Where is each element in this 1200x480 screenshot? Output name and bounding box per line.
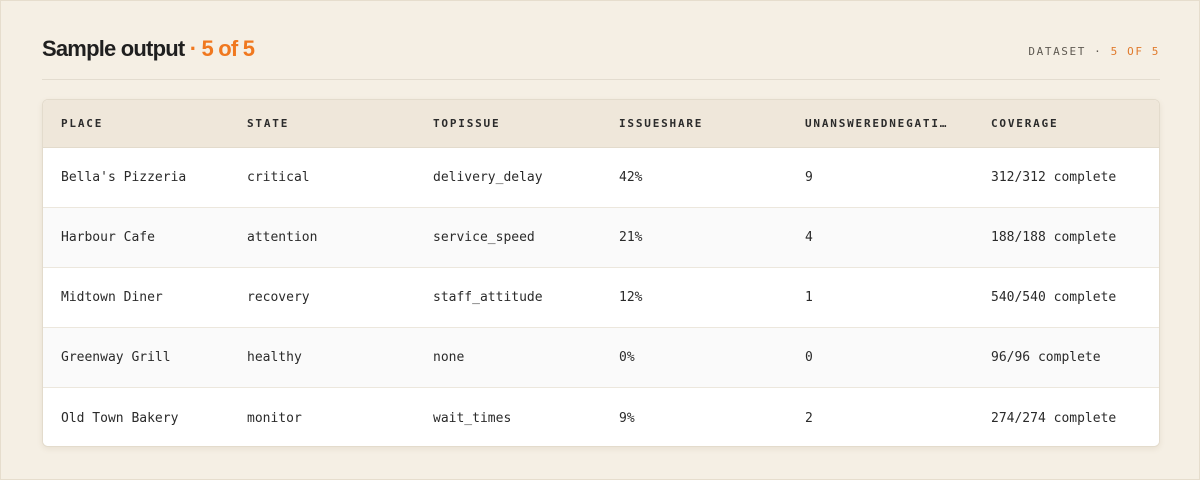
cell-coverage: 312/312 complete	[991, 170, 1117, 185]
cell-unanswered-negative: 4	[805, 230, 813, 245]
cell-state: monitor	[247, 410, 302, 426]
results-table: PLACE STATE TOPISSUE ISSUESHARE UNANSWER…	[42, 99, 1160, 447]
column-header-coverage[interactable]: COVERAGE	[973, 117, 1159, 130]
cell-place: Old Town Bakery	[61, 410, 179, 426]
column-header-topissue[interactable]: TOPISSUE	[415, 117, 601, 130]
cell-topissue: staff_attitude	[433, 290, 543, 305]
table-row[interactable]: Old Town Bakery monitor wait_times 9% 2 …	[43, 388, 1159, 446]
dataset-indicator: DATASET · 5 OF 5	[1028, 45, 1160, 58]
cell-unanswered-negative: 0	[805, 350, 813, 365]
page-title: Sample output · 5 of 5	[42, 35, 255, 63]
cell-state: attention	[247, 230, 318, 245]
column-header-state[interactable]: STATE	[229, 117, 415, 130]
cell-place: Bella's Pizzeria	[61, 170, 187, 185]
cell-unanswered-negative: 1	[805, 290, 813, 305]
cell-place: Harbour Cafe	[61, 230, 155, 245]
cell-place: Greenway Grill	[61, 350, 171, 365]
cell-unanswered-negative: 2	[805, 410, 813, 426]
column-header-issueshare[interactable]: ISSUESHARE	[601, 117, 787, 130]
cell-issueshare: 0%	[619, 350, 635, 365]
cell-topissue: none	[433, 350, 465, 365]
cell-coverage: 96/96 complete	[991, 350, 1101, 365]
cell-topissue: service_speed	[433, 230, 535, 245]
table-row[interactable]: Midtown Diner recovery staff_attitude 12…	[43, 268, 1159, 328]
cell-unanswered-negative: 9	[805, 170, 813, 185]
cell-issueshare: 21%	[619, 230, 643, 245]
cell-issueshare: 9%	[619, 410, 635, 426]
cell-place: Midtown Diner	[61, 290, 163, 305]
cell-state: healthy	[247, 350, 302, 365]
table-row[interactable]: Bella's Pizzeria critical delivery_delay…	[43, 148, 1159, 208]
cell-coverage: 540/540 complete	[991, 290, 1117, 305]
cell-coverage: 188/188 complete	[991, 230, 1117, 245]
sample-output-panel: Sample output · 5 of 5 DATASET · 5 OF 5 …	[0, 0, 1200, 480]
table-row[interactable]: Harbour Cafe attention service_speed 21%…	[43, 208, 1159, 268]
table-row[interactable]: Greenway Grill healthy none 0% 0 96/96 c…	[43, 328, 1159, 388]
cell-topissue: wait_times	[433, 410, 512, 426]
cell-topissue: delivery_delay	[433, 170, 543, 185]
title-counter: · 5 of 5	[189, 36, 255, 61]
cell-coverage: 274/274 complete	[991, 410, 1117, 426]
dataset-label: DATASET ·	[1028, 45, 1103, 58]
panel-header: Sample output · 5 of 5 DATASET · 5 OF 5	[42, 35, 1160, 80]
title-text: Sample output	[42, 36, 185, 61]
column-header-unanswerednegative[interactable]: UNANSWEREDNEGATI…	[787, 117, 973, 130]
cell-state: recovery	[247, 290, 310, 305]
cell-state: critical	[247, 170, 310, 185]
dataset-counter: 5 OF 5	[1110, 45, 1160, 58]
cell-issueshare: 12%	[619, 290, 643, 305]
table-header-row: PLACE STATE TOPISSUE ISSUESHARE UNANSWER…	[43, 100, 1159, 148]
cell-issueshare: 42%	[619, 170, 643, 185]
column-header-place[interactable]: PLACE	[43, 117, 229, 130]
